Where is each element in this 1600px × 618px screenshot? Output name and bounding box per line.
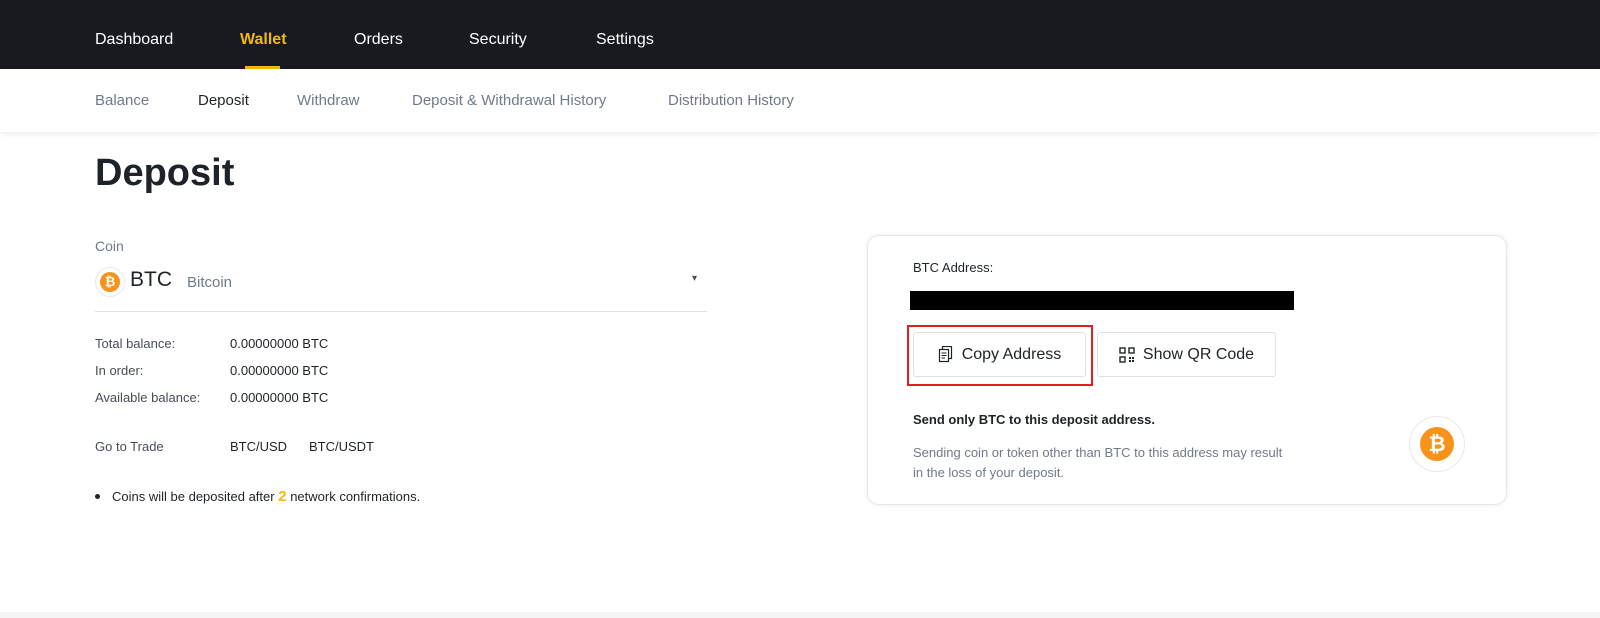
coin-name: Bitcoin bbox=[187, 274, 233, 291]
chevron-down-icon: ▾ bbox=[691, 273, 697, 284]
in-order-value: 0.00000000 BTC bbox=[230, 363, 329, 378]
nav-dashboard[interactable]: Dashboard bbox=[95, 0, 173, 69]
trade-link-btc-usdt[interactable]: BTC/USDT bbox=[309, 439, 374, 454]
address-label: BTC Address: bbox=[913, 260, 994, 275]
tab-distribution-history[interactable]: Distribution History bbox=[668, 69, 794, 132]
in-order-label: In order: bbox=[95, 363, 144, 378]
trade-link-btc-usd[interactable]: BTC/USD bbox=[230, 439, 287, 454]
total-balance-value: 0.00000000 BTC bbox=[230, 336, 329, 351]
wallet-subnav: Balance Deposit Withdraw Deposit & Withd… bbox=[0, 69, 1600, 132]
total-balance-label: Total balance: bbox=[95, 336, 176, 351]
footer-strip bbox=[0, 612, 1600, 618]
bitcoin-icon: ₿ bbox=[95, 267, 125, 297]
nav-wallet[interactable]: Wallet bbox=[240, 0, 287, 69]
copy-icon bbox=[938, 346, 954, 363]
available-balance-value: 0.00000000 BTC bbox=[230, 390, 329, 405]
note-suffix: network confirmations. bbox=[290, 489, 421, 504]
confirmation-count: 2 bbox=[278, 488, 287, 505]
bitcoin-logo-icon: ₿ bbox=[1409, 416, 1465, 472]
go-to-trade-label: Go to Trade bbox=[95, 439, 164, 454]
page-title: Deposit bbox=[95, 152, 235, 194]
confirmation-note: Coins will be deposited after 2 network … bbox=[95, 488, 420, 505]
warning-text: Sending coin or token other than BTC to … bbox=[913, 445, 1283, 480]
nav-security[interactable]: Security bbox=[469, 0, 527, 69]
copy-address-label: Copy Address bbox=[961, 345, 1062, 363]
deposit-address-card: BTC Address: Copy Address Show QR Code S… bbox=[867, 235, 1507, 505]
show-qr-code-label: Show QR Code bbox=[1142, 345, 1255, 363]
warning-title: Send only BTC to this deposit address. bbox=[913, 412, 1155, 427]
coin-symbol: BTC bbox=[130, 268, 172, 291]
qr-code-icon bbox=[1119, 346, 1135, 363]
tab-deposit-withdrawal-history[interactable]: Deposit & Withdrawal History bbox=[412, 69, 606, 132]
coin-select-dropdown[interactable]: ₿ BTC Bitcoin ▾ bbox=[95, 264, 707, 312]
show-qr-code-button[interactable]: Show QR Code bbox=[1097, 332, 1276, 377]
tab-withdraw[interactable]: Withdraw bbox=[297, 69, 360, 132]
nav-orders[interactable]: Orders bbox=[354, 0, 403, 69]
tab-balance[interactable]: Balance bbox=[95, 69, 149, 132]
deposit-address-redacted bbox=[910, 291, 1294, 310]
bullet-icon bbox=[95, 494, 100, 500]
nav-settings[interactable]: Settings bbox=[596, 0, 654, 69]
copy-address-button[interactable]: Copy Address bbox=[913, 332, 1086, 377]
top-navigation: Dashboard Wallet Orders Security Setting… bbox=[0, 0, 1600, 69]
available-balance-label: Available balance: bbox=[95, 390, 201, 405]
note-prefix: Coins will be deposited after bbox=[112, 489, 275, 504]
coin-label: Coin bbox=[95, 238, 124, 254]
tab-deposit[interactable]: Deposit bbox=[198, 69, 249, 132]
